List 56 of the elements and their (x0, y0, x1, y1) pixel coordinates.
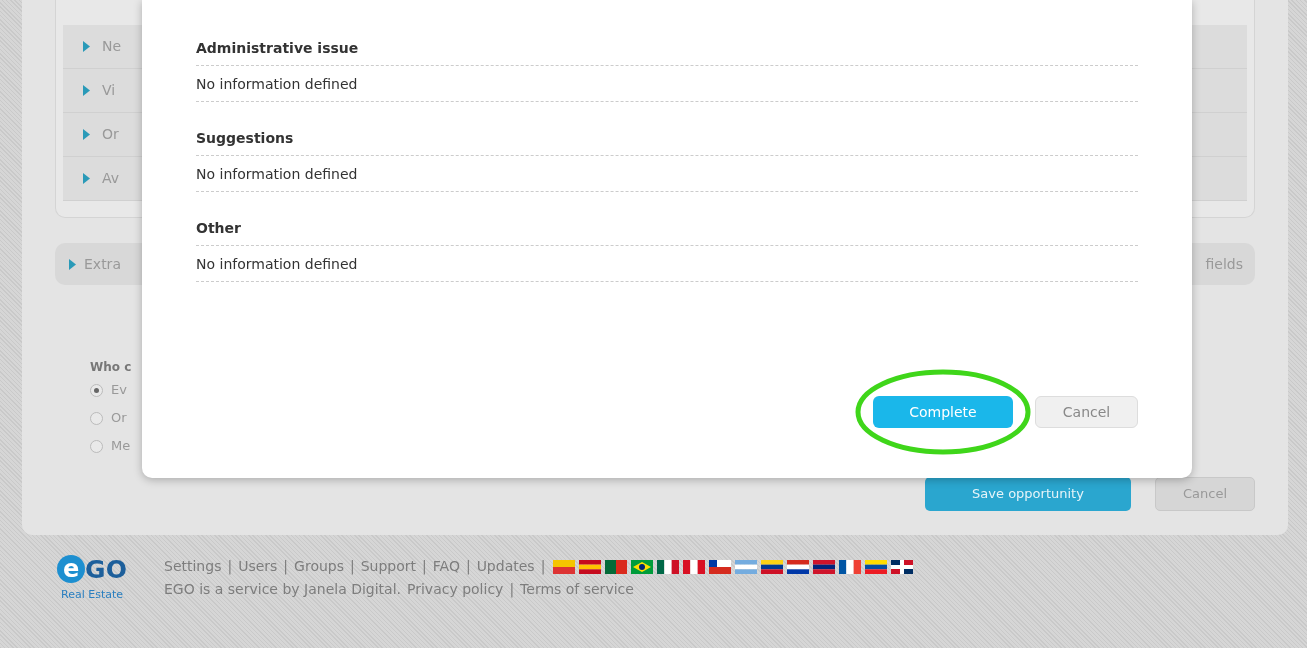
radio-label: Ev (111, 381, 127, 400)
radio-button[interactable] (90, 439, 103, 453)
flag-icon[interactable] (787, 559, 810, 574)
footer-link[interactable]: Users (238, 555, 278, 578)
separator: | (540, 557, 546, 577)
separator: | (283, 557, 289, 577)
footer-link[interactable]: Groups (294, 555, 344, 578)
logo-subtitle: Real Estate (61, 587, 123, 603)
flag-icon[interactable] (891, 559, 914, 574)
logo-mark: e (57, 555, 86, 583)
extra-label: Extra (84, 254, 121, 274)
complete-button[interactable]: Complete (873, 396, 1013, 428)
radio-button[interactable] (90, 383, 103, 397)
section-heading: Who c (90, 359, 133, 376)
list-item-label[interactable]: Av (102, 168, 120, 189)
section-title: Administrative issue (196, 38, 1138, 66)
footer-link[interactable]: Privacy policy (407, 578, 504, 601)
separator: | (509, 580, 515, 600)
separator: | (227, 557, 233, 577)
flag-icon[interactable] (813, 559, 836, 574)
list-item-label[interactable]: Vi (102, 80, 116, 101)
triangle-icon (83, 173, 90, 184)
radio-label: Or (111, 409, 127, 428)
flag-icon[interactable] (865, 559, 888, 574)
flag-icon[interactable] (709, 559, 732, 574)
cancel-button[interactable]: Cancel (1035, 396, 1138, 428)
logo-text: GO (85, 556, 127, 582)
radio-label: Me (111, 437, 131, 456)
footer-link[interactable]: Settings (164, 555, 222, 578)
flag-icon[interactable] (631, 559, 654, 574)
separator: | (350, 557, 355, 577)
footer-link[interactable]: Updates (476, 555, 535, 578)
footer-link[interactable]: Terms of service (520, 578, 634, 601)
section-value: No information defined (196, 246, 1138, 282)
footer-link[interactable]: Support (360, 555, 417, 578)
triangle-icon (83, 129, 90, 140)
separator: | (465, 557, 471, 577)
footer-link[interactable]: FAQ (432, 555, 460, 578)
radio-button[interactable] (90, 411, 103, 425)
fields-label: fields (1205, 254, 1243, 274)
save-button[interactable]: Save opportunity (925, 477, 1131, 511)
flag-icon[interactable] (839, 559, 862, 574)
triangle-icon (83, 85, 90, 96)
triangle-icon (83, 41, 90, 52)
list-item-label[interactable]: Or (102, 124, 119, 145)
credit-text: EGO is a service by Janela Digital. (164, 580, 401, 599)
section-title: Other (196, 218, 1138, 246)
section-title: Suggestions (196, 128, 1138, 156)
flag-icon[interactable] (761, 559, 784, 574)
section-value: No information defined (196, 66, 1138, 102)
section-value: No information defined (196, 156, 1138, 192)
flag-icon[interactable] (657, 559, 680, 574)
cancel-button[interactable]: Cancel (1155, 477, 1255, 511)
list-item-label[interactable]: Ne (102, 36, 122, 57)
separator: | (422, 557, 427, 577)
triangle-icon (69, 258, 76, 270)
